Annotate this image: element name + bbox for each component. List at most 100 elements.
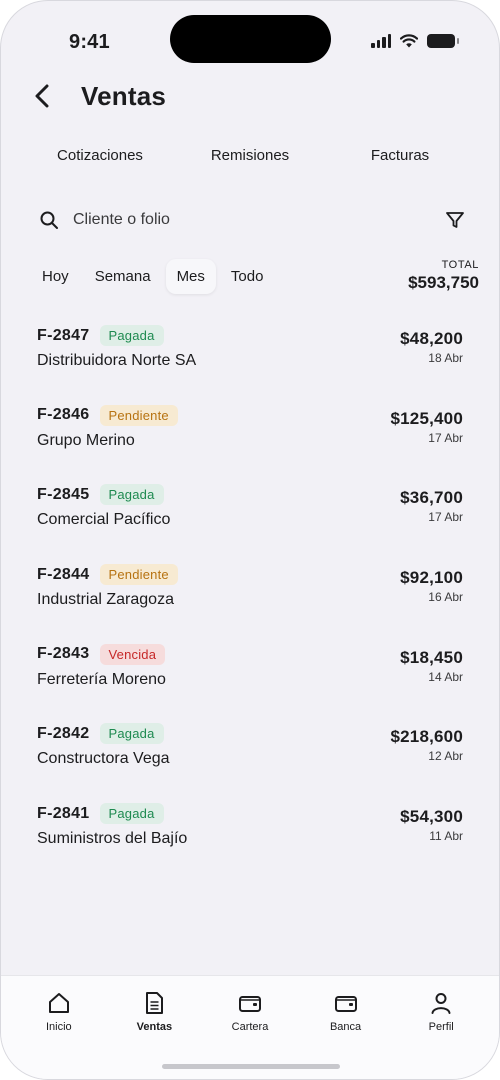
- document-icon: [146, 992, 164, 1014]
- tab-label: Ventas: [136, 1021, 173, 1033]
- wifi-icon: [400, 33, 418, 47]
- signal-icon: [371, 33, 391, 48]
- back-button[interactable]: [35, 81, 57, 111]
- invoice-date: 17 Abr: [428, 430, 463, 445]
- invoice-date: 18 Abr: [428, 351, 463, 365]
- period-todo[interactable]: Todo: [220, 259, 275, 294]
- invoice-amount: $36,700: [400, 488, 463, 508]
- tab-cartera[interactable]: Cartera: [210, 990, 290, 1033]
- invoice-row[interactable]: F-2846 Pendiente Grupo Merino $125,400 17 Ab…: [37, 399, 463, 479]
- search-icon: [40, 211, 58, 229]
- invoice-folio: F-2845: [37, 485, 90, 503]
- tab-facturas[interactable]: Facturas: [325, 141, 475, 170]
- invoice-amount-block: $92,100 16 Abr: [400, 568, 463, 604]
- home-icon: [48, 993, 69, 1013]
- total-value: $593,750: [408, 273, 479, 292]
- invoice-date: 16 Abr: [428, 590, 463, 605]
- invoice-date: 11 Abr: [429, 829, 463, 844]
- phone-screen: 9:41 Ventas Cotizaciones Remisiones Fact…: [0, 0, 500, 1080]
- invoice-date: 12 Abr: [428, 749, 463, 764]
- invoice-folio: F-2844: [37, 565, 90, 583]
- invoice-amount: $92,100: [400, 568, 463, 588]
- total-label: TOTAL: [441, 259, 479, 271]
- tab-inicio[interactable]: Inicio: [19, 990, 99, 1033]
- invoice-row[interactable]: F-2845 Pagada Comercial Pacífico $36,700 17 …: [37, 478, 463, 558]
- invoice-row[interactable]: F-2843 Vencida Ferretería Moreno $18,450 14 …: [37, 638, 463, 718]
- status-badge: Pagada: [99, 484, 164, 506]
- chevron-left-icon: [35, 84, 49, 108]
- folio-line: F-2841 Pagada: [37, 803, 187, 825]
- invoice-row[interactable]: F-2842 Pagada Constructora Vega $218,600 12 …: [37, 717, 463, 797]
- invoice-amount-block: $54,300 11 Abr: [400, 807, 463, 843]
- header: Ventas: [35, 75, 465, 117]
- folio-line: F-2843 Vencida: [37, 643, 166, 665]
- folio-line: F-2844 Pendiente: [37, 564, 178, 586]
- invoice-amount-block: $125,400 17 Abr: [390, 409, 463, 445]
- dynamic-island: [170, 15, 331, 63]
- invoice-info: F-2841 Pagada Suministros del Bajío: [37, 803, 187, 848]
- tab-ventas[interactable]: Ventas: [114, 990, 194, 1033]
- search-input[interactable]: [73, 211, 445, 229]
- battery-icon: [427, 33, 459, 48]
- tab-label: Inicio: [45, 1021, 72, 1033]
- folio-line: F-2846 Pendiente: [37, 404, 178, 426]
- tab-label: Perfil: [428, 1021, 454, 1033]
- status-badge: Pagada: [99, 723, 164, 745]
- invoice-amount: $125,400: [390, 408, 463, 428]
- invoice-date: 14 Abr: [428, 669, 463, 684]
- invoice-amount: $54,300: [400, 807, 463, 827]
- period-hoy[interactable]: Hoy: [31, 259, 80, 294]
- status-badge: Pendiente: [99, 564, 178, 586]
- invoice-client: Distribuidora Norte SA: [37, 352, 197, 369]
- invoice-folio: F-2841: [37, 804, 90, 822]
- person-icon: [431, 993, 451, 1014]
- invoice-folio: F-2842: [37, 724, 90, 742]
- invoice-amount-block: $36,700 17 Abr: [400, 488, 463, 524]
- status-badge: Pagada: [99, 325, 164, 346]
- status-badge: Pagada: [99, 803, 164, 825]
- tab-banca[interactable]: Banca: [306, 990, 386, 1033]
- tab-perfil[interactable]: Perfil: [401, 990, 481, 1033]
- period-semana[interactable]: Semana: [84, 259, 162, 294]
- tab-cotizaciones[interactable]: Cotizaciones: [25, 141, 175, 170]
- invoice-info: F-2844 Pendiente Industrial Zaragoza: [37, 564, 178, 609]
- invoice-row[interactable]: F-2844 Pendiente Industrial Zaragoza $92,10…: [37, 558, 463, 638]
- status-bar: 9:41: [1, 1, 499, 81]
- invoice-row[interactable]: F-2847 Pagada Distribuidora Norte SA $48,20…: [37, 319, 463, 399]
- invoice-client: Suministros del Bajío: [37, 830, 188, 848]
- invoice-client: Grupo Merino: [37, 431, 135, 449]
- tab-label: Cartera: [231, 1021, 269, 1033]
- document-type-tabs: Cotizaciones Remisiones Facturas: [25, 141, 475, 170]
- wallet-icon: [238, 996, 261, 1012]
- folio-line: F-2842 Pagada: [37, 723, 170, 745]
- invoice-amount-block: $18,450 14 Abr: [400, 648, 463, 684]
- invoice-client: Ferretería Moreno: [37, 670, 166, 688]
- folio-line: F-2847 Pagada: [37, 325, 196, 346]
- invoice-list: F-2847 Pagada Distribuidora Norte SA $48,20…: [37, 319, 463, 877]
- invoice-info: F-2846 Pendiente Grupo Merino: [37, 404, 178, 450]
- period-mes[interactable]: Mes: [165, 259, 216, 294]
- tab-remisiones[interactable]: Remisiones: [175, 141, 325, 170]
- invoice-amount: $48,200: [400, 329, 463, 348]
- invoice-info: F-2842 Pagada Constructora Vega: [37, 723, 170, 768]
- total-summary: TOTAL $593,750: [408, 259, 479, 293]
- invoice-amount-block: $48,200 18 Abr: [400, 329, 463, 365]
- invoice-folio: F-2846: [37, 406, 90, 424]
- invoice-client: Comercial Pacífico: [37, 511, 171, 529]
- page-title: Ventas: [81, 80, 167, 111]
- invoice-folio: F-2843: [37, 645, 90, 663]
- home-indicator: [162, 1064, 340, 1069]
- invoice-row[interactable]: F-2841 Pagada Suministros del Bajío $54,300…: [37, 797, 463, 877]
- status-time: 9:41: [69, 31, 110, 53]
- invoice-amount-block: $218,600 12 Abr: [390, 727, 463, 763]
- invoice-date: 17 Abr: [428, 510, 463, 525]
- invoice-client: Industrial Zaragoza: [37, 591, 174, 609]
- invoice-info: F-2843 Vencida Ferretería Moreno: [37, 643, 166, 689]
- invoice-amount: $18,450: [400, 647, 463, 667]
- period-filter: Hoy Semana Mes Todo: [31, 259, 274, 294]
- status-badge: Pendiente: [99, 404, 178, 426]
- search-bar: [39, 199, 465, 241]
- status-badge: Vencida: [99, 643, 166, 665]
- tab-bar: Inicio Ventas Cartera Banca Perfil: [1, 975, 499, 1079]
- filter-icon[interactable]: [445, 210, 465, 230]
